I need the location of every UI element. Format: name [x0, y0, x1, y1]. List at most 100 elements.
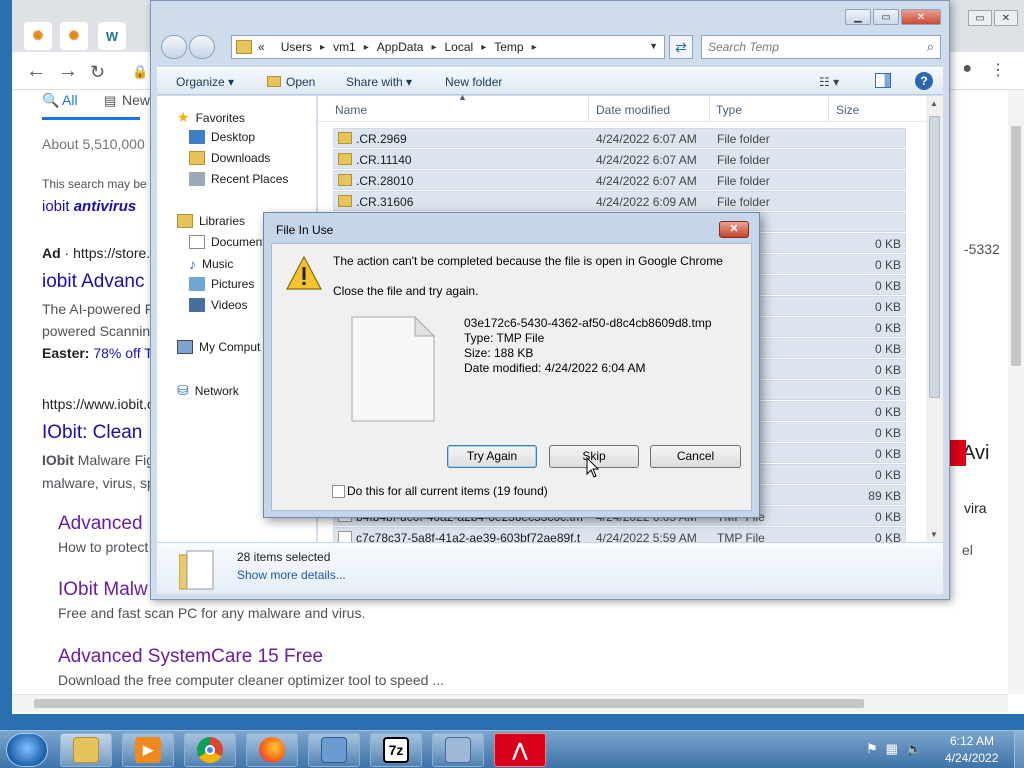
start-button[interactable]: [6, 733, 48, 767]
breadcrumb-prefix[interactable]: «: [258, 40, 265, 54]
nav-pictures[interactable]: Pictures: [189, 277, 254, 291]
forward-button[interactable]: [189, 35, 215, 59]
tab-all[interactable]: All: [62, 92, 78, 108]
chevron-down-icon[interactable]: ▼: [649, 41, 658, 51]
nav-videos[interactable]: Videos: [189, 298, 247, 312]
taskbar-app-avira[interactable]: ⋀: [494, 733, 546, 767]
tab-favicon-iobit[interactable]: ✺: [24, 22, 52, 50]
chrome-horizontal-scrollbar[interactable]: [12, 694, 1008, 712]
nav-music[interactable]: ♪ Music: [189, 256, 233, 272]
back-button[interactable]: [161, 35, 187, 59]
nav-desktop[interactable]: Desktop: [189, 130, 255, 144]
address-bar[interactable]: « Users ▸ vm1 ▸ AppData ▸ Local ▸ Temp ▸…: [231, 35, 665, 59]
breadcrumb-users[interactable]: Users: [281, 40, 312, 54]
taskbar-app-control-panel[interactable]: [308, 733, 360, 767]
help-icon[interactable]: ?: [915, 72, 933, 90]
column-type[interactable]: Type: [716, 103, 742, 117]
tab-favicon-wordpress[interactable]: W: [98, 22, 126, 50]
chrome-right-tools: ● ⋮: [962, 60, 1006, 80]
organize-button[interactable]: Organize ▾: [176, 75, 234, 89]
tab-favicon-iobit-2[interactable]: ✺: [60, 22, 88, 50]
clock-time[interactable]: 6:12 AM: [950, 734, 994, 748]
nav-libraries[interactable]: Libraries: [177, 214, 245, 228]
column-size[interactable]: Size: [836, 103, 859, 117]
column-divider[interactable]: [588, 96, 589, 122]
breadcrumb-appdata[interactable]: AppData: [377, 40, 424, 54]
forward-icon[interactable]: →: [58, 60, 78, 83]
back-icon[interactable]: ←: [26, 60, 46, 83]
breadcrumb-temp[interactable]: Temp: [494, 40, 523, 54]
nav-network[interactable]: ⛁ Network: [177, 382, 239, 399]
scroll-down-icon[interactable]: ▼: [930, 530, 938, 539]
taskbar-app-firefox[interactable]: [246, 733, 298, 767]
ad-title[interactable]: iobit Advanc: [42, 271, 144, 293]
view-options-icon[interactable]: ☷ ▾: [819, 75, 839, 89]
apply-to-all-checkbox[interactable]: [332, 485, 345, 498]
nav-recent-places[interactable]: Recent Places: [189, 172, 288, 186]
share-with-button[interactable]: Share with ▾: [346, 75, 412, 89]
chevron-right-icon[interactable]: ▸: [431, 42, 436, 53]
column-name[interactable]: Name: [335, 103, 367, 117]
volume-icon[interactable]: 🔈: [906, 741, 922, 757]
column-date-modified[interactable]: Date modified: [596, 103, 670, 117]
file-row[interactable]: .CR.11140 4/24/2022 6:07 AM File folder: [333, 149, 906, 169]
chrome-vscroll-thumb[interactable]: [1011, 126, 1021, 366]
restore-icon[interactable]: ▭: [968, 10, 992, 26]
taskbar-app-file-explorer[interactable]: [60, 733, 112, 767]
open-button[interactable]: Open: [267, 75, 315, 89]
chevron-right-icon[interactable]: ▸: [532, 42, 537, 53]
column-divider[interactable]: [828, 96, 829, 122]
sitelink-1-title[interactable]: Advanced: [58, 513, 143, 535]
maximize-icon[interactable]: ▭: [873, 9, 899, 25]
close-icon[interactable]: ✕: [994, 10, 1018, 26]
nav-documents[interactable]: Document: [189, 235, 266, 249]
close-icon[interactable]: ✕: [901, 9, 941, 25]
file-row[interactable]: .CR.31606 4/24/2022 6:09 AM File folder: [333, 191, 906, 211]
notice-link[interactable]: iobit antivirus: [42, 198, 136, 215]
network-status-icon[interactable]: ▦: [886, 741, 898, 757]
explorer-vertical-scrollbar[interactable]: ▲ ▼: [926, 96, 943, 542]
show-desktop-button[interactable]: [1014, 731, 1024, 768]
chrome-vertical-scrollbar[interactable]: [1008, 90, 1024, 694]
reload-icon[interactable]: ↻: [90, 62, 105, 83]
chevron-right-icon[interactable]: ▸: [481, 42, 486, 53]
knowledge-panel-button[interactable]: el: [962, 542, 973, 558]
taskbar-app-chrome[interactable]: [184, 733, 236, 767]
column-divider[interactable]: [709, 96, 710, 122]
taskbar-app-media-player[interactable]: ▶: [122, 733, 174, 767]
apply-to-all-label[interactable]: Do this for all current items (19 found): [347, 484, 548, 498]
show-more-details-link[interactable]: Show more details...: [237, 568, 346, 582]
chevron-right-icon[interactable]: ▸: [320, 42, 325, 53]
file-row[interactable]: .CR.2969 4/24/2022 6:07 AM File folder: [333, 128, 906, 148]
refresh-icon[interactable]: ⇄: [669, 35, 693, 59]
action-center-icon[interactable]: ⚑: [866, 741, 878, 757]
minimize-icon[interactable]: ▁: [845, 9, 871, 25]
new-folder-button[interactable]: New folder: [445, 75, 502, 89]
taskbar-app-7zip[interactable]: 7z: [370, 733, 422, 767]
profile-icon[interactable]: ●: [962, 60, 972, 80]
explorer-vscroll-thumb[interactable]: [929, 116, 940, 398]
cancel-button[interactable]: Cancel: [650, 445, 741, 468]
preview-pane-icon[interactable]: [875, 73, 891, 88]
nav-favorites[interactable]: ★ Favorites: [177, 109, 245, 126]
sitelink-3-title[interactable]: Advanced SystemCare 15 Free: [58, 646, 323, 668]
file-type: File folder: [717, 132, 770, 146]
scroll-up-icon[interactable]: ▲: [930, 99, 938, 108]
clock-date[interactable]: 4/24/2022: [945, 751, 998, 765]
nav-downloads[interactable]: Downloads: [189, 151, 270, 165]
chrome-hscroll-thumb[interactable]: [34, 699, 864, 708]
search-icon[interactable]: ⌕: [927, 39, 934, 55]
chevron-right-icon[interactable]: ▸: [364, 42, 369, 53]
nav-computer[interactable]: My Comput: [177, 340, 260, 354]
file-row[interactable]: .CR.28010 4/24/2022 6:07 AM File folder: [333, 170, 906, 190]
result-1-title[interactable]: IObit: Clean: [42, 422, 142, 444]
search-input[interactable]: Search Temp ⌕: [701, 35, 941, 59]
sitelink-2-title[interactable]: IObit Malw: [58, 579, 148, 601]
try-again-button[interactable]: Try Again: [447, 445, 537, 468]
menu-icon[interactable]: ⋮: [990, 60, 1006, 80]
close-icon[interactable]: ✕: [719, 221, 749, 238]
breadcrumb-local[interactable]: Local: [445, 40, 474, 54]
tab-news[interactable]: New: [122, 92, 150, 108]
taskbar-app-network-tool[interactable]: [432, 733, 484, 767]
breadcrumb-vm1[interactable]: vm1: [333, 40, 356, 54]
